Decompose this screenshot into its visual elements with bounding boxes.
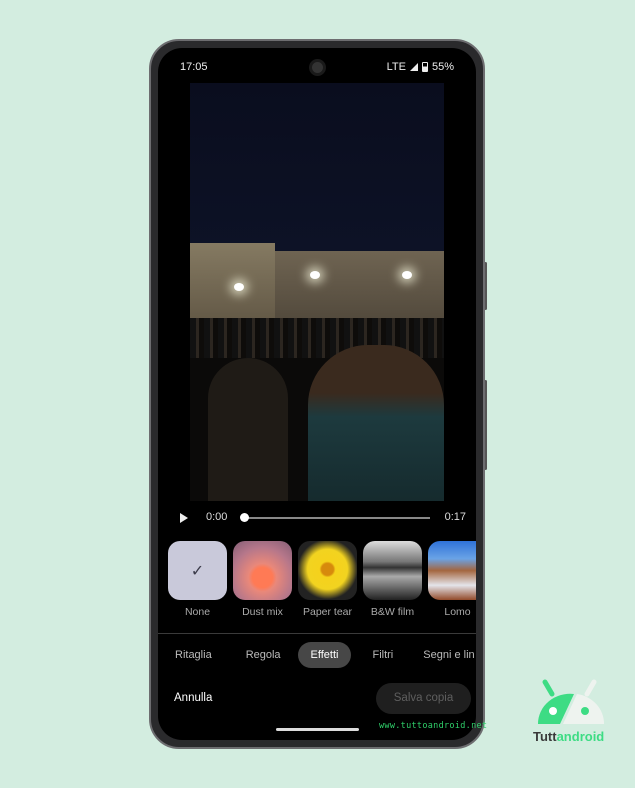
stage-light [234, 283, 244, 291]
effect-label: Paper tear [302, 606, 353, 618]
status-bar: 17:05 LTE 55% [158, 59, 476, 76]
effect-label: None [184, 606, 211, 618]
signal-icon [409, 63, 418, 71]
battery-icon [421, 62, 428, 72]
cancel-button[interactable]: Annulla [174, 692, 212, 704]
current-time: 0:00 [206, 511, 228, 523]
effect-thumbnail [298, 541, 357, 600]
stage-light [402, 271, 412, 279]
home-indicator[interactable] [276, 728, 359, 731]
check-icon: ✓ [168, 541, 227, 600]
tab-ritaglia[interactable]: Ritaglia [162, 642, 225, 668]
network-label: LTE [386, 61, 406, 73]
effect-dust-mix[interactable]: Dust mix [233, 541, 292, 618]
divider [158, 633, 476, 634]
effect-paper-tear[interactable]: Paper tear [298, 541, 357, 618]
tab-regola[interactable]: Regola [233, 642, 294, 668]
effect-none[interactable]: ✓ None [168, 541, 227, 618]
effect-bw-film[interactable]: B&W film [363, 541, 422, 618]
playback-controls: 0:00 0:17 [176, 510, 466, 526]
save-copy-button[interactable]: Salva copia [376, 683, 471, 714]
seek-handle[interactable] [240, 513, 249, 522]
tuttandroid-logo: Tuttandroid [533, 679, 604, 744]
watermark: www.tuttoandroid.net [379, 721, 488, 731]
effects-carousel: ✓ None Dust mix Paper tear B&W film Lomo [168, 541, 476, 618]
effect-thumbnail [233, 541, 292, 600]
editor-tabs: Ritaglia Regola Effetti Filtri Segni e l… [162, 642, 476, 668]
play-icon[interactable] [180, 513, 188, 523]
screen: 17:05 LTE 55% 0:00 0:17 ✓ None Dust mix … [158, 48, 476, 740]
video-audience-head [208, 358, 288, 501]
seek-bar[interactable] [244, 517, 430, 519]
effect-thumbnail [363, 541, 422, 600]
tab-filtri[interactable]: Filtri [359, 642, 406, 668]
effect-label: Dust mix [242, 606, 283, 618]
battery-level: 55% [431, 61, 454, 73]
phone-frame: 17:05 LTE 55% 0:00 0:17 ✓ None Dust mix … [149, 39, 485, 749]
svg-text:Tuttandroid: Tuttandroid [533, 729, 604, 744]
effect-thumbnail [428, 541, 476, 600]
camera-cutout [309, 59, 326, 76]
duration: 0:17 [444, 511, 466, 523]
video-audience-head [308, 345, 444, 501]
tab-segni[interactable]: Segni e lin [410, 642, 476, 668]
effect-label: B&W film [370, 606, 415, 618]
video-preview[interactable] [190, 83, 444, 501]
stage-light [310, 271, 320, 279]
tab-effetti[interactable]: Effetti [297, 642, 352, 668]
effect-label: Lomo [444, 606, 471, 618]
effect-lomo[interactable]: Lomo [428, 541, 476, 618]
status-time: 17:05 [180, 61, 208, 73]
